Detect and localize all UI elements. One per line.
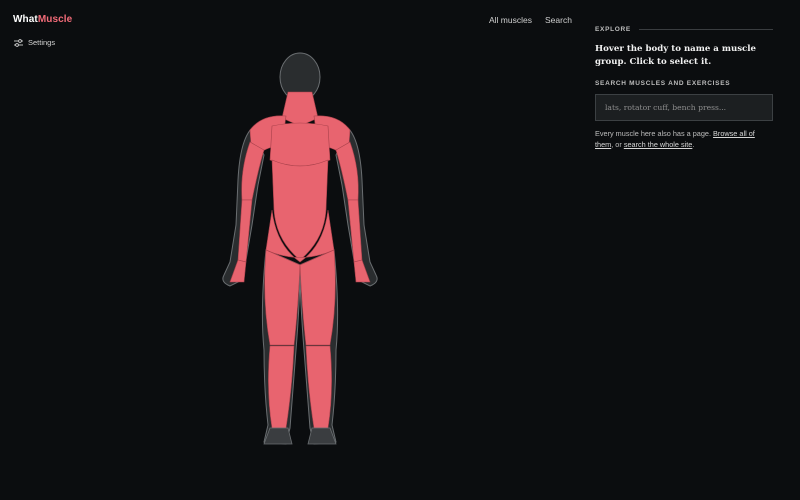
muscle-quadriceps-left [264, 249, 301, 346]
search-section-label: SEARCH MUSCLES AND EXERCISES [595, 80, 773, 87]
brand-name-part2: Muscle [37, 14, 73, 25]
muscle-quadriceps-right [299, 249, 336, 346]
search-label-text: SEARCH MUSCLES AND EXERCISES [595, 80, 731, 87]
body-model[interactable] [200, 50, 400, 450]
help-note: Every muscle here also has a page. Brows… [595, 128, 773, 150]
nav-search[interactable]: Search [545, 15, 572, 25]
explore-section-label: EXPLORE [595, 26, 773, 33]
nav-all-muscles[interactable]: All muscles [489, 15, 532, 25]
note-prefix: Every muscle here also has a page. [595, 129, 714, 138]
search-site-link[interactable]: search the whole site [624, 140, 693, 149]
muscle-groups [229, 91, 371, 429]
note-middle: , or [611, 140, 624, 149]
brand-name-part1: What [13, 14, 38, 25]
brand-logo[interactable]: WhatMuscle [13, 14, 72, 25]
settings-button[interactable]: Settings [14, 38, 55, 47]
explore-panel: EXPLORE Hover the body to name a muscle … [595, 26, 773, 150]
muscle-chest [269, 122, 331, 167]
app-root: WhatMuscle Settings All muscles Search E… [0, 0, 800, 500]
section-divider [638, 29, 773, 30]
muscle-neck [281, 91, 319, 127]
explore-headline: Hover the body to name a muscle group. C… [595, 44, 757, 67]
settings-label: Settings [28, 38, 56, 47]
sliders-icon [14, 38, 23, 47]
explore-label-text: EXPLORE [595, 26, 631, 33]
search-input[interactable] [603, 102, 765, 113]
top-nav: All muscles Search [489, 15, 572, 25]
search-box[interactable] [595, 94, 773, 121]
note-suffix: . [692, 140, 695, 149]
